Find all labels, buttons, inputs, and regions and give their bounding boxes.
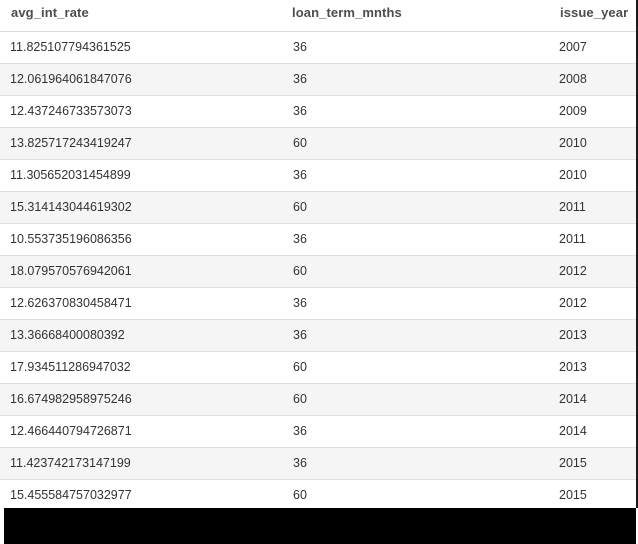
table-row[interactable]: 13.825717243419247 60 2010 [0,128,636,160]
cell-avg-int-rate: 12.626370830458471 [10,296,132,310]
cell-avg-int-rate: 12.061964061847076 [10,72,132,86]
cell-loan-term-mnths: 60 [293,392,307,406]
cell-loan-term-mnths: 36 [293,104,307,118]
cell-loan-term-mnths: 36 [293,424,307,438]
cell-loan-term-mnths: 36 [293,40,307,54]
cell-issue-year: 2012 [559,264,587,278]
cell-avg-int-rate: 13.36668400080392 [10,328,125,342]
table-row[interactable]: 11.825107794361525 36 2007 [0,32,636,64]
table-row[interactable]: 18.079570576942061 60 2012 [0,256,636,288]
table-row[interactable]: 17.934511286947032 60 2013 [0,352,636,384]
cell-issue-year: 2015 [559,488,587,502]
cell-issue-year: 2015 [559,456,587,470]
cell-issue-year: 2013 [559,328,587,342]
cell-issue-year: 2009 [559,104,587,118]
cell-issue-year: 2011 [559,200,586,214]
table-row[interactable]: 12.466440794726871 36 2014 [0,416,636,448]
results-panel: avg_int_rate loan_term_mnths issue_year … [0,0,638,544]
bottom-black-bar [4,508,636,544]
cell-loan-term-mnths: 60 [293,136,307,150]
cell-issue-year: 2010 [559,168,587,182]
column-header-loan-term-mnths[interactable]: loan_term_mnths [292,5,402,20]
cell-issue-year: 2007 [559,40,587,54]
cell-avg-int-rate: 17.934511286947032 [10,360,131,374]
cell-avg-int-rate: 10.553735196086356 [10,232,132,246]
cell-issue-year: 2008 [559,72,587,86]
cell-loan-term-mnths: 60 [293,360,307,374]
cell-avg-int-rate: 12.437246733573073 [10,104,132,118]
cell-avg-int-rate: 15.455584757032977 [10,488,132,502]
cell-avg-int-rate: 13.825717243419247 [10,136,132,150]
table-row[interactable]: 10.553735196086356 36 2011 [0,224,636,256]
table-row[interactable]: 11.423742173147199 36 2015 [0,448,636,480]
table-row[interactable]: 13.36668400080392 36 2013 [0,320,636,352]
cell-avg-int-rate: 18.079570576942061 [10,264,132,278]
cell-issue-year: 2013 [559,360,587,374]
cell-issue-year: 2012 [559,296,587,310]
results-table[interactable]: avg_int_rate loan_term_mnths issue_year … [0,0,638,508]
cell-issue-year: 2010 [559,136,587,150]
cell-avg-int-rate: 11.825107794361525 [10,40,131,54]
cell-avg-int-rate: 11.305652031454899 [10,168,131,182]
cell-loan-term-mnths: 36 [293,168,307,182]
cell-loan-term-mnths: 36 [293,72,307,86]
table-row[interactable]: 12.437246733573073 36 2009 [0,96,636,128]
table-header: avg_int_rate loan_term_mnths issue_year [0,0,636,32]
cell-loan-term-mnths: 60 [293,200,307,214]
cell-loan-term-mnths: 60 [293,264,307,278]
table-row[interactable]: 11.305652031454899 36 2010 [0,160,636,192]
table-row[interactable]: 12.626370830458471 36 2012 [0,288,636,320]
cell-issue-year: 2014 [559,424,587,438]
table-row[interactable]: 16.674982958975246 60 2014 [0,384,636,416]
table-row[interactable]: 15.455584757032977 60 2015 [0,480,636,508]
cell-avg-int-rate: 16.674982958975246 [10,392,132,406]
cell-issue-year: 2011 [559,232,586,246]
cell-avg-int-rate: 11.423742173147199 [10,456,131,470]
cell-loan-term-mnths: 36 [293,232,307,246]
cell-loan-term-mnths: 36 [293,456,307,470]
cell-loan-term-mnths: 60 [293,488,307,502]
table-row[interactable]: 12.061964061847076 36 2008 [0,64,636,96]
cell-issue-year: 2014 [559,392,587,406]
cell-loan-term-mnths: 36 [293,328,307,342]
column-header-avg-int-rate[interactable]: avg_int_rate [11,5,89,20]
cell-avg-int-rate: 15.314143044619302 [10,200,132,214]
column-header-issue-year[interactable]: issue_year [560,5,628,20]
table-row[interactable]: 15.314143044619302 60 2011 [0,192,636,224]
cell-avg-int-rate: 12.466440794726871 [10,424,132,438]
cell-loan-term-mnths: 36 [293,296,307,310]
